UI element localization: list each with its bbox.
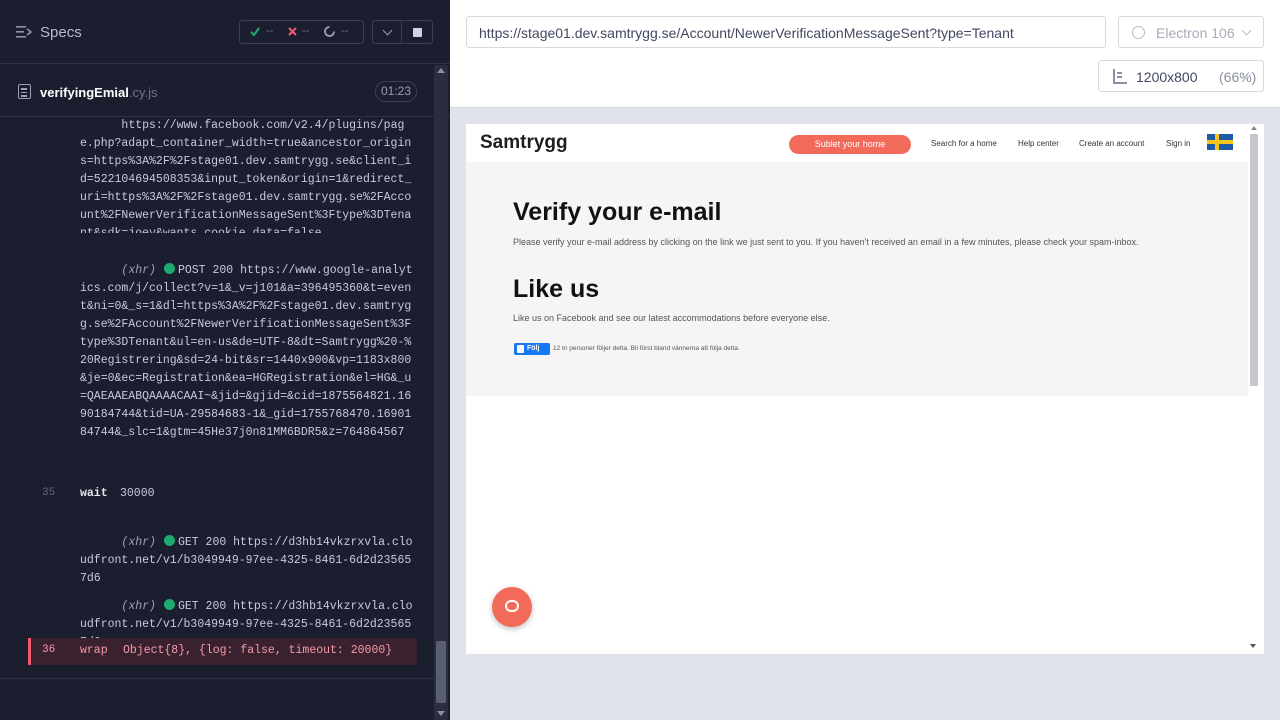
chat-launcher-button[interactable] xyxy=(492,587,532,627)
sublet-your-home-button[interactable]: Sublet your home xyxy=(789,135,911,154)
aut-header: https://stage01.dev.samtrygg.se/Account/… xyxy=(450,0,1280,108)
test-stats: -- -- -- xyxy=(239,20,364,44)
facebook-follow-button[interactable]: Följ xyxy=(514,343,550,355)
specs-menu-icon[interactable] xyxy=(16,25,32,39)
check-icon xyxy=(250,27,260,37)
verify-email-heading: Verify your e-mail xyxy=(513,198,722,226)
viewport-size: 1200x800 xyxy=(1136,69,1198,85)
xhr-method-status: GET 200 xyxy=(177,536,227,549)
spec-file-name[interactable]: verifyingEmial.cy.js xyxy=(40,85,158,100)
status-success-icon xyxy=(163,263,175,274)
site-navbar: Samtrygg Sublet your home Search for a h… xyxy=(466,124,1248,162)
command-row[interactable]: 35 wait 30000 xyxy=(28,487,417,505)
failed-count: -- xyxy=(302,25,310,37)
spec-ext-text: .cy.js xyxy=(128,85,158,100)
command-value: 30000 xyxy=(120,487,155,500)
site-logo[interactable]: Samtrygg xyxy=(480,132,568,154)
frame-scroll-up-icon[interactable] xyxy=(1251,126,1257,130)
browser-selector[interactable]: Electron 106 xyxy=(1118,16,1264,48)
xhr-url: https://www.google-analytics.com/j/colle… xyxy=(80,264,413,439)
passed-count: -- xyxy=(266,25,274,37)
like-us-text: Like us on Facebook and see our latest a… xyxy=(513,313,830,323)
stop-icon xyxy=(413,28,422,37)
status-success-icon xyxy=(163,535,175,546)
xhr-method-status: POST 200 xyxy=(177,264,234,277)
log-url-text[interactable]: https://www.facebook.com/v2.4/plugins/pa… xyxy=(80,117,415,233)
xhr-method-status: GET 200 xyxy=(177,600,227,613)
stop-button[interactable] xyxy=(401,20,433,44)
spec-duration: 01:23 xyxy=(375,81,417,102)
nav-search-for-a-home[interactable]: Search for a home xyxy=(931,139,997,148)
facebook-icon xyxy=(517,345,524,353)
nav-sign-in[interactable]: Sign in xyxy=(1166,139,1190,148)
xhr-tag: (xhr) xyxy=(121,264,156,277)
command-log: https://www.facebook.com/v2.4/plugins/pa… xyxy=(28,117,417,677)
scroll-down-arrow-icon[interactable] xyxy=(437,711,445,716)
command-log-scrollbar[interactable] xyxy=(434,65,448,720)
facebook-follow-count: 12 tn personer följer detta. Bli först b… xyxy=(553,345,740,352)
url-bar[interactable]: https://stage01.dev.samtrygg.se/Account/… xyxy=(466,16,1106,48)
electron-icon xyxy=(1132,26,1145,39)
chevron-down-icon xyxy=(1241,25,1252,36)
scroll-up-arrow-icon[interactable] xyxy=(437,68,445,73)
flag-cross-horizontal xyxy=(1207,140,1233,144)
reporter-footer xyxy=(0,678,434,720)
nav-help-center[interactable]: Help center xyxy=(1018,139,1059,148)
viewport-zoom: (66%) xyxy=(1219,69,1257,85)
like-us-heading: Like us xyxy=(513,275,600,303)
command-value: Object{8}, {log: false, timeout: 20000} xyxy=(123,644,393,657)
xhr-log-entry[interactable]: (xhr) POST 200 https://www.google-analyti… xyxy=(80,244,415,460)
command-name: wait xyxy=(80,487,108,500)
chat-icon xyxy=(505,600,519,612)
xhr-tag: (xhr) xyxy=(121,600,156,613)
verify-email-text: Please verify your e-mail address by cli… xyxy=(513,237,1139,247)
facebook-follow-label: Följ xyxy=(527,345,540,352)
command-log-panel: Specs -- -- -- verifyingEmial.cy.js 01:2… xyxy=(0,0,450,720)
log-text: https://www.facebook.com/v2.4/plugins/pa… xyxy=(80,119,412,233)
failed-command-row[interactable]: 36 wrap Object{8}, {log: false, timeout:… xyxy=(28,638,417,665)
specs-label[interactable]: Specs xyxy=(40,24,82,41)
chevron-down-icon xyxy=(382,25,393,36)
pending-count: -- xyxy=(341,25,349,37)
command-number: 35 xyxy=(42,487,56,499)
xhr-tag: (xhr) xyxy=(121,536,156,549)
verify-email-section: Verify your e-mail Please verify your e-… xyxy=(466,162,1248,396)
aut-iframe[interactable]: Samtrygg Sublet your home Search for a h… xyxy=(466,124,1264,654)
spec-name-text: verifyingEmial xyxy=(40,85,129,100)
toggle-auto-scroll-button[interactable] xyxy=(372,20,402,44)
nav-create-an-account[interactable]: Create an account xyxy=(1079,139,1144,148)
status-success-icon xyxy=(163,599,175,610)
reporter-header: Specs -- -- -- xyxy=(0,0,450,64)
command-number: 36 xyxy=(42,644,56,656)
frame-scrollbar-thumb[interactable] xyxy=(1250,134,1258,386)
viewport-selector[interactable]: 1200x800 (66%) xyxy=(1098,60,1264,92)
app-under-test-panel: https://stage01.dev.samtrygg.se/Account/… xyxy=(450,0,1280,720)
x-icon xyxy=(288,27,297,36)
browser-name: Electron 106 xyxy=(1156,25,1235,41)
frame-scroll-down-icon[interactable] xyxy=(1250,644,1256,648)
file-icon xyxy=(18,84,31,99)
spinner-icon xyxy=(324,26,335,37)
swedish-flag-icon[interactable] xyxy=(1207,134,1233,150)
scrollbar-thumb[interactable] xyxy=(436,641,446,703)
command-name: wrap xyxy=(80,644,108,657)
ruler-icon xyxy=(1113,69,1127,84)
